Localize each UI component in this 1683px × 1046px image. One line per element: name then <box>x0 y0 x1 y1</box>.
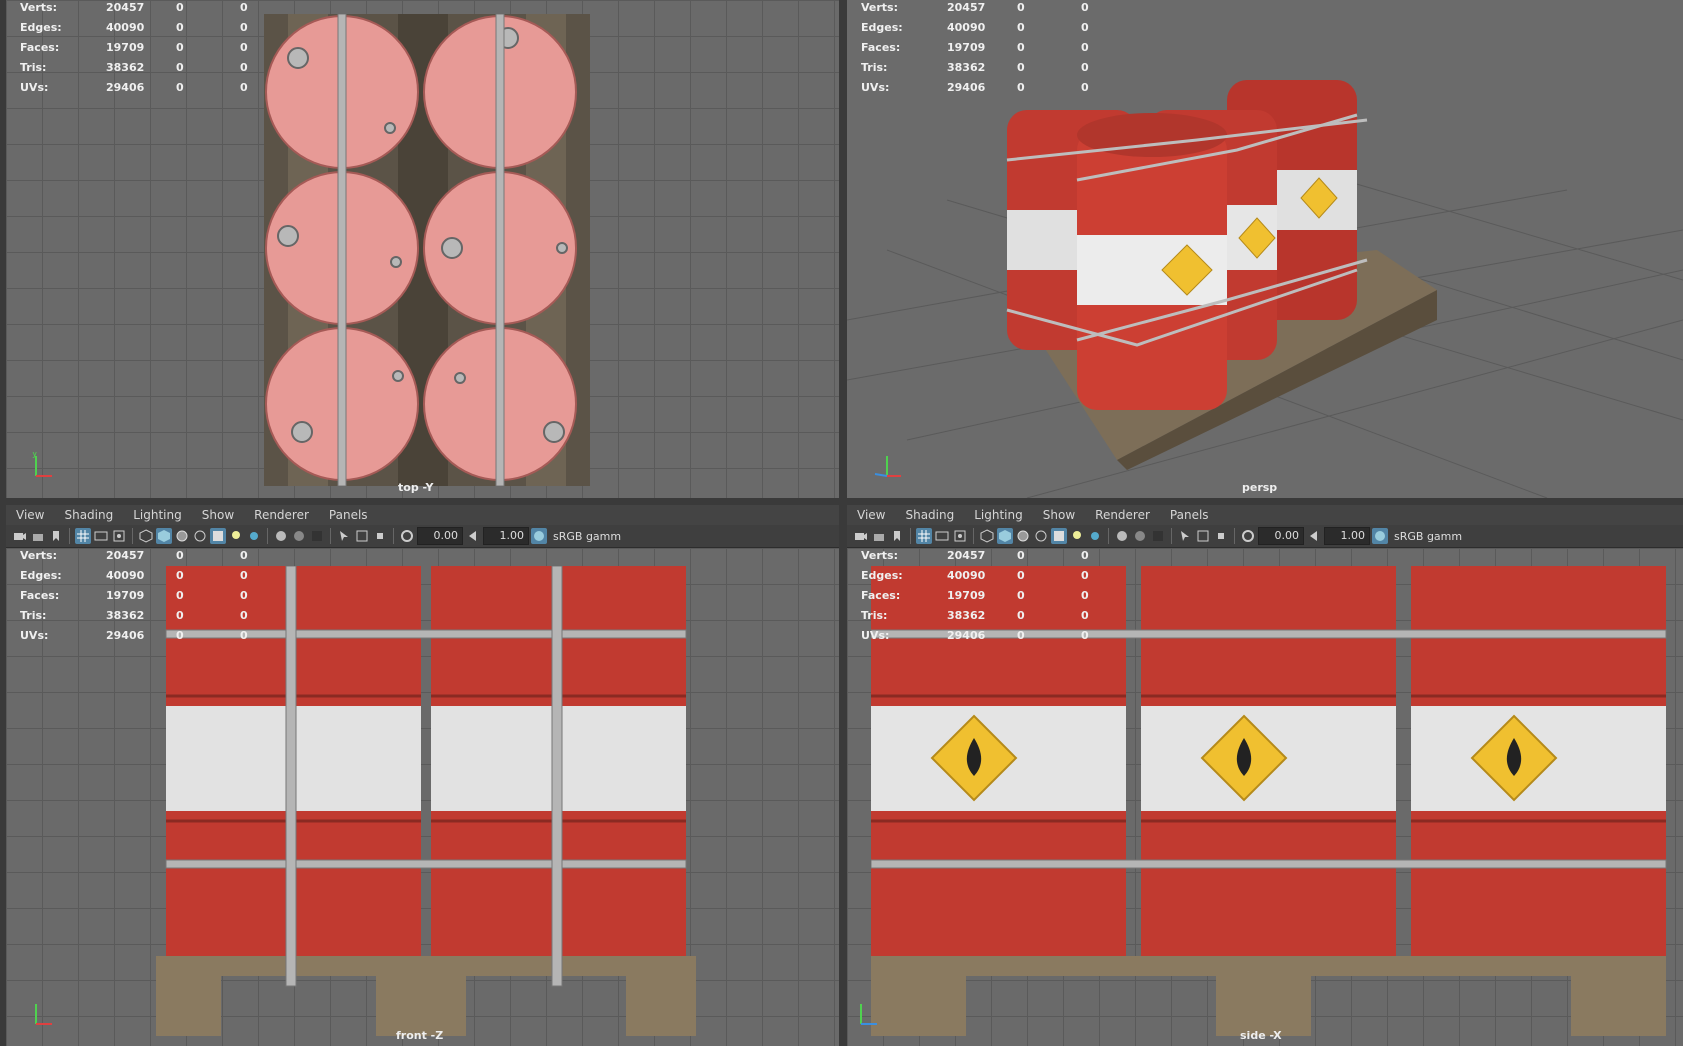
exposure-field[interactable]: 0.00 <box>1258 527 1304 545</box>
axis-gizmo <box>857 1000 881 1032</box>
viewport-label: top -Y <box>398 481 434 494</box>
viewport-persp-pane: Verts: 20457 0 0 Edges: 40090 0 0 Faces: 19709 0… <box>847 0 1683 498</box>
menu-shading[interactable]: Shading <box>895 508 964 522</box>
viewport-label: side -X <box>1240 1029 1282 1042</box>
menu-view[interactable]: View <box>847 508 895 522</box>
camera-lock-icon[interactable] <box>30 528 46 544</box>
xray-joints-icon[interactable] <box>291 528 307 544</box>
viewport-menubar: View Shading Lighting Show Renderer Pane… <box>847 505 1683 525</box>
shadows-icon[interactable] <box>1087 528 1103 544</box>
stats-hud: Verts: 20457 0 0 Edges: 40090 0 0 Faces: 19709 0… <box>20 1 248 94</box>
viewport-side-pane: View Shading Lighting Show Renderer Pane… <box>847 505 1683 1046</box>
film-gate-icon[interactable] <box>93 528 109 544</box>
xray-icon[interactable] <box>1033 528 1049 544</box>
isolate-icon[interactable] <box>273 528 289 544</box>
gamma-field[interactable]: 1.00 <box>1324 527 1370 545</box>
textured-icon[interactable] <box>1051 528 1067 544</box>
menu-lighting[interactable]: Lighting <box>123 508 192 522</box>
color-space-label[interactable]: sRGB gamm <box>1394 530 1462 543</box>
top-view-barrels <box>264 14 590 486</box>
persp-barrels-model <box>1006 80 1437 470</box>
camera-icon[interactable] <box>853 528 869 544</box>
gamma-icon[interactable] <box>465 528 481 544</box>
menu-panels[interactable]: Panels <box>319 508 378 522</box>
exposure-icon[interactable] <box>1240 528 1256 544</box>
menu-view[interactable]: View <box>6 508 54 522</box>
viewport-toolbar: 0.00 1.00 sRGB gamm <box>6 525 839 548</box>
stats-hud: Verts: 20457 0 0 Edges: 40090 0 0 Faces: 19709 0… <box>861 1 1089 94</box>
exposure-field[interactable]: 0.00 <box>417 527 463 545</box>
xray-joints-icon[interactable] <box>1132 528 1148 544</box>
frame-all-icon[interactable] <box>354 528 370 544</box>
viewport-persp[interactable]: Verts: 20457 0 0 Edges: 40090 0 0 Faces: 19709 0… <box>847 0 1683 498</box>
viewport-top-pane: Verts: 20457 0 0 Edges: 40090 0 0 Faces: 19709 0… <box>6 0 839 498</box>
axis-gizmo <box>32 1000 56 1032</box>
maya-four-view: Verts: 20457 0 0 Edges: 40090 0 0 Faces: 19709 0… <box>0 0 1683 1046</box>
smooth-shade-icon[interactable] <box>997 528 1013 544</box>
menu-show[interactable]: Show <box>1033 508 1085 522</box>
axis-gizmo: y <box>32 449 56 484</box>
select-camera-icon[interactable] <box>336 528 352 544</box>
wireframe-on-shaded-icon[interactable] <box>174 528 190 544</box>
camera-lock-icon[interactable] <box>871 528 887 544</box>
menu-panels[interactable]: Panels <box>1160 508 1219 522</box>
viewport-front-pane: View Shading Lighting Show Renderer Pane… <box>6 505 839 1046</box>
grid-icon[interactable] <box>75 528 91 544</box>
stats-hud: Verts: 20457 0 0 Edges: 40090 0 0 Faces: 19709 0… <box>20 549 248 642</box>
menu-renderer[interactable]: Renderer <box>1085 508 1160 522</box>
frame-selected-icon[interactable] <box>1213 528 1229 544</box>
shadows-icon[interactable] <box>246 528 262 544</box>
viewport-label: persp <box>1242 481 1278 494</box>
bookmark-icon[interactable] <box>48 528 64 544</box>
gamma-icon[interactable] <box>1306 528 1322 544</box>
viewport-toolbar: 0.00 1.00 sRGB gamm <box>847 525 1683 548</box>
film-gate-icon[interactable] <box>934 528 950 544</box>
smooth-shade-icon[interactable] <box>156 528 172 544</box>
svg-text:y: y <box>32 452 38 459</box>
grid-icon[interactable] <box>916 528 932 544</box>
viewport-side[interactable]: Verts: 20457 0 0 Edges: 40090 0 0 Faces: 19709 0… <box>847 548 1683 1046</box>
wireframe-icon[interactable] <box>138 528 154 544</box>
menu-show[interactable]: Show <box>192 508 244 522</box>
select-camera-icon[interactable] <box>1177 528 1193 544</box>
menu-lighting[interactable]: Lighting <box>964 508 1033 522</box>
exposure-icon[interactable] <box>399 528 415 544</box>
isolate-icon[interactable] <box>1114 528 1130 544</box>
resolution-gate-icon[interactable] <box>111 528 127 544</box>
frame-all-icon[interactable] <box>1195 528 1211 544</box>
wireframe-icon[interactable] <box>979 528 995 544</box>
viewport-label: front -Z <box>396 1029 444 1042</box>
color-management-icon[interactable] <box>531 528 547 544</box>
menu-renderer[interactable]: Renderer <box>244 508 319 522</box>
lighting-icon[interactable] <box>228 528 244 544</box>
gamma-field[interactable]: 1.00 <box>483 527 529 545</box>
viewport-front[interactable]: Verts: 20457 0 0 Edges: 40090 0 0 Faces: 19709 0… <box>6 548 839 1046</box>
ambient-occlusion-icon[interactable] <box>309 528 325 544</box>
ambient-occlusion-icon[interactable] <box>1150 528 1166 544</box>
resolution-gate-icon[interactable] <box>952 528 968 544</box>
color-management-icon[interactable] <box>1372 528 1388 544</box>
color-space-label[interactable]: sRGB gamm <box>553 530 621 543</box>
xray-icon[interactable] <box>192 528 208 544</box>
wireframe-on-shaded-icon[interactable] <box>1015 528 1031 544</box>
stats-hud: Verts: 20457 0 0 Edges: 40090 0 0 Faces: 19709 0… <box>861 549 1089 642</box>
menu-shading[interactable]: Shading <box>54 508 123 522</box>
bookmark-icon[interactable] <box>889 528 905 544</box>
viewport-menubar: View Shading Lighting Show Renderer Pane… <box>6 505 839 525</box>
axis-gizmo <box>873 452 903 484</box>
textured-icon[interactable] <box>210 528 226 544</box>
camera-icon[interactable] <box>12 528 28 544</box>
viewport-top[interactable]: Verts: 20457 0 0 Edges: 40090 0 0 Faces: 19709 0… <box>6 0 839 498</box>
lighting-icon[interactable] <box>1069 528 1085 544</box>
frame-selected-icon[interactable] <box>372 528 388 544</box>
